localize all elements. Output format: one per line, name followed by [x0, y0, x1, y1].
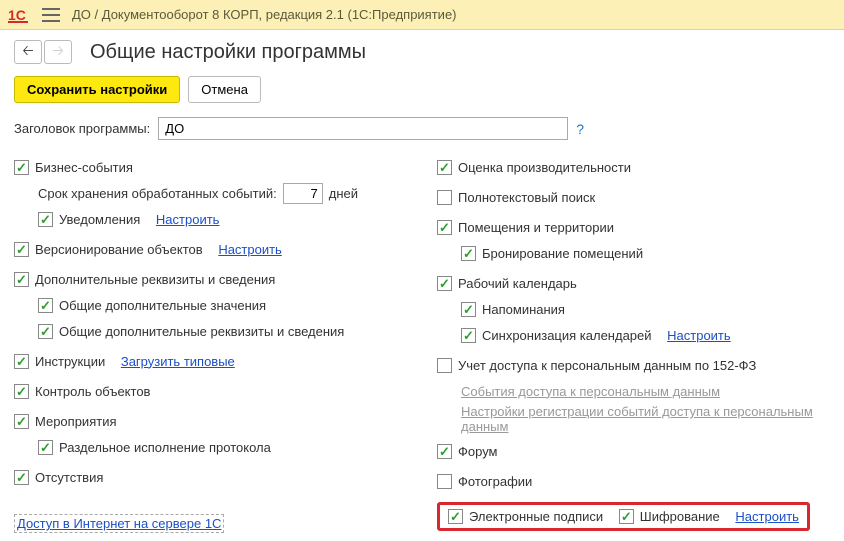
retention-unit: дней: [329, 186, 358, 201]
reminders-checkbox[interactable]: [461, 302, 476, 317]
sync-checkbox[interactable]: [461, 328, 476, 343]
window-title: ДО / Документооборот 8 КОРП, редакция 2.…: [72, 7, 457, 22]
nav-forward-button: 🡢: [44, 40, 72, 64]
notifications-checkbox[interactable]: [38, 212, 53, 227]
nav-back-button[interactable]: 🡠: [14, 40, 42, 64]
versioning-configure-link[interactable]: Настроить: [218, 242, 282, 257]
notifications-label: Уведомления: [59, 212, 140, 227]
program-title-input[interactable]: [158, 117, 568, 140]
events-split-label: Раздельное исполнение протокола: [59, 440, 271, 455]
extra-values-label: Общие дополнительные значения: [59, 298, 266, 313]
personal-data-label: Учет доступа к персональным данным по 15…: [458, 358, 756, 373]
extra-values-checkbox[interactable]: [38, 298, 53, 313]
esign-label: Электронные подписи: [469, 509, 603, 524]
cancel-button[interactable]: Отмена: [188, 76, 261, 103]
instructions-load-link[interactable]: Загрузить типовые: [121, 354, 235, 369]
booking-label: Бронирование помещений: [482, 246, 643, 261]
sync-configure-link[interactable]: Настроить: [667, 328, 731, 343]
encryption-checkbox[interactable]: [619, 509, 634, 524]
photos-checkbox[interactable]: [437, 474, 452, 489]
control-label: Контроль объектов: [35, 384, 150, 399]
versioning-label: Версионирование объектов: [35, 242, 203, 257]
control-checkbox[interactable]: [14, 384, 29, 399]
sync-label: Синхронизация календарей: [482, 328, 652, 343]
encryption-label: Шифрование: [640, 509, 720, 524]
program-title-label: Заголовок программы:: [14, 121, 150, 136]
instructions-checkbox[interactable]: [14, 354, 29, 369]
esign-highlight-box: Электронные подписи Шифрование Настроить: [437, 502, 810, 531]
absences-label: Отсутствия: [35, 470, 103, 485]
photos-label: Фотографии: [458, 474, 532, 489]
help-icon[interactable]: ?: [576, 121, 584, 137]
business-events-checkbox[interactable]: [14, 160, 29, 175]
absences-checkbox[interactable]: [14, 470, 29, 485]
performance-label: Оценка производительности: [458, 160, 631, 175]
premises-checkbox[interactable]: [437, 220, 452, 235]
pd-events-link[interactable]: События доступа к персональным данным: [461, 384, 720, 399]
events-split-checkbox[interactable]: [38, 440, 53, 455]
events-label: Мероприятия: [35, 414, 117, 429]
fulltext-label: Полнотекстовый поиск: [458, 190, 595, 205]
esign-configure-link[interactable]: Настроить: [735, 509, 799, 524]
forum-checkbox[interactable]: [437, 444, 452, 459]
esign-checkbox[interactable]: [448, 509, 463, 524]
menu-icon[interactable]: [42, 8, 60, 22]
reminders-label: Напоминания: [482, 302, 565, 317]
retention-label: Срок хранения обработанных событий:: [38, 186, 277, 201]
app-logo: 1С: [8, 6, 36, 24]
footer-internet-link[interactable]: Доступ в Интернет на сервере 1С: [14, 516, 224, 531]
premises-label: Помещения и территории: [458, 220, 614, 235]
pd-settings-link[interactable]: Настройки регистрации событий доступа к …: [461, 404, 830, 434]
extra-props-label: Дополнительные реквизиты и сведения: [35, 272, 275, 287]
notifications-configure-link[interactable]: Настроить: [156, 212, 220, 227]
calendar-label: Рабочий календарь: [458, 276, 577, 291]
forum-label: Форум: [458, 444, 498, 459]
save-button[interactable]: Сохранить настройки: [14, 76, 180, 103]
page-title: Общие настройки программы: [90, 41, 366, 64]
extra-common-checkbox[interactable]: [38, 324, 53, 339]
instructions-label: Инструкции: [35, 354, 105, 369]
performance-checkbox[interactable]: [437, 160, 452, 175]
calendar-checkbox[interactable]: [437, 276, 452, 291]
fulltext-checkbox[interactable]: [437, 190, 452, 205]
versioning-checkbox[interactable]: [14, 242, 29, 257]
retention-input[interactable]: [283, 183, 323, 204]
svg-text:1С: 1С: [8, 7, 26, 23]
booking-checkbox[interactable]: [461, 246, 476, 261]
events-checkbox[interactable]: [14, 414, 29, 429]
personal-data-checkbox[interactable]: [437, 358, 452, 373]
extra-common-label: Общие дополнительные реквизиты и сведени…: [59, 324, 344, 339]
extra-props-checkbox[interactable]: [14, 272, 29, 287]
business-events-label: Бизнес-события: [35, 160, 133, 175]
